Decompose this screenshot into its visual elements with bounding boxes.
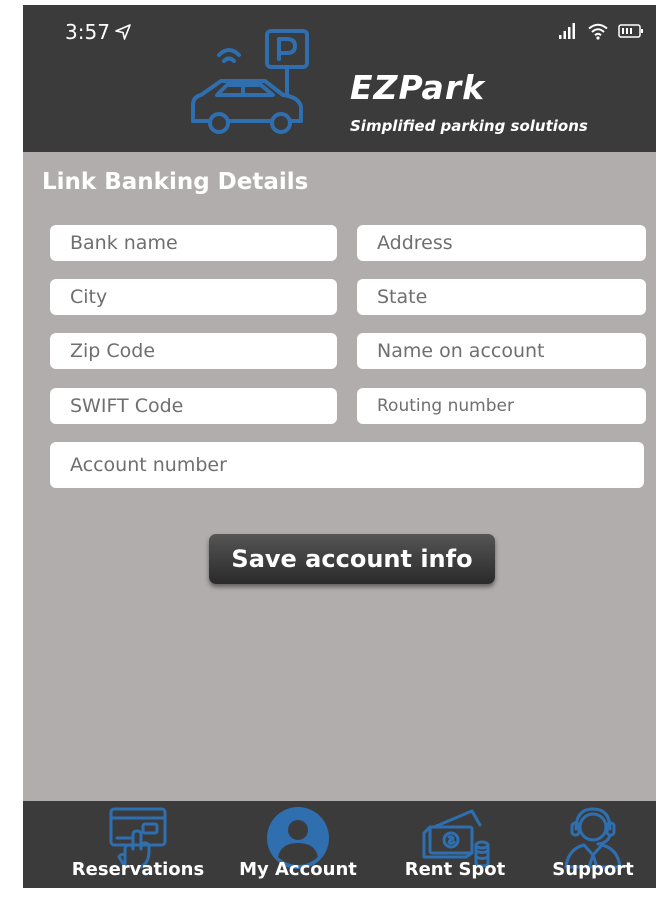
nav-item-my-account[interactable]: My Account [223,801,373,888]
account-number-input[interactable]: Account number [50,442,644,488]
nav-item-reservations[interactable]: Reservations [63,801,213,888]
status-icons [558,22,644,40]
wifi-icon [588,23,608,40]
brand-tagline: Simplified parking solutions [350,117,588,135]
zip-code-input[interactable]: Zip Code [50,333,337,369]
app-header: 3:57 EZPark Simplified parking solutions [23,5,656,152]
nav-item-support[interactable]: Support [518,801,656,888]
nav-label-reservations: Reservations [71,859,205,880]
city-input[interactable]: City [50,279,337,315]
app-screen: 3:57 EZPark Simplified parking solutions… [23,5,656,888]
brand-name: EZPark [350,68,486,107]
bottom-nav: Reservations My Account Rent Spot Suppor… [23,801,656,888]
signal-icon [559,23,575,39]
status-time: 3:57 [65,20,132,44]
state-input[interactable]: State [357,279,646,315]
routing-number-input[interactable]: Routing number [357,388,646,424]
address-input[interactable]: Address [357,225,646,261]
location-arrow-icon [115,24,131,40]
name-on-account-input[interactable]: Name on account [357,333,646,369]
nav-label-my-account: My Account [239,859,357,880]
battery-icon [618,24,643,38]
clock-text: 3:57 [65,20,110,44]
nav-item-rent-spot[interactable]: Rent Spot [380,801,530,888]
save-account-info-button[interactable]: Save account info [209,534,495,584]
swift-code-input[interactable]: SWIFT Code [50,388,337,424]
page-title: Link Banking Details [42,169,309,195]
car-parking-logo-icon [191,29,309,134]
nav-label-support: Support [552,859,634,880]
nav-label-rent-spot: Rent Spot [404,859,506,880]
bank-name-input[interactable]: Bank name [50,225,337,261]
